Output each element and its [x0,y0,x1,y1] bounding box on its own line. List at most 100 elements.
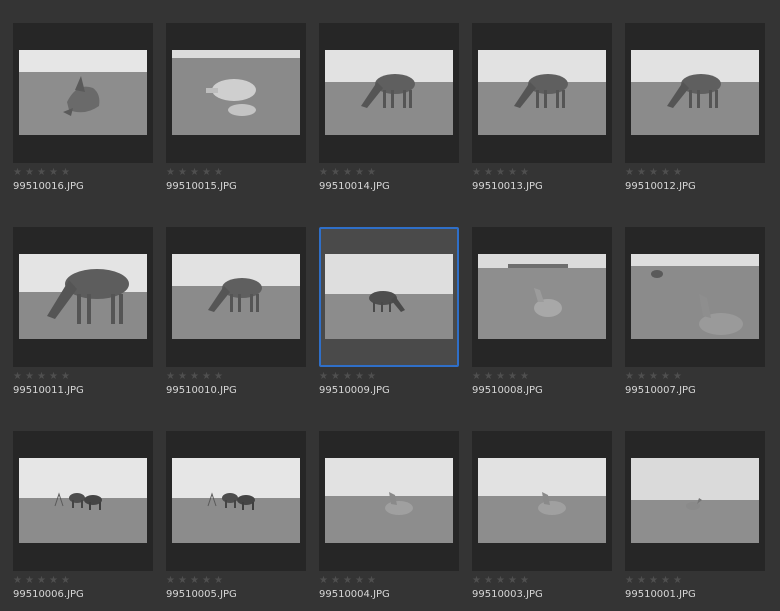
star-icon[interactable]: ★ [13,168,24,178]
star-icon[interactable]: ★ [496,372,507,382]
thumbnail-card[interactable] [166,431,306,571]
thumbnail-card[interactable] [472,431,612,571]
star-rating[interactable]: ★ ★ ★ ★ ★ [13,372,72,382]
star-icon[interactable]: ★ [625,576,636,586]
photo-thumbnail[interactable] [478,458,606,543]
star-icon[interactable]: ★ [61,576,72,586]
star-icon[interactable]: ★ [49,168,60,178]
star-icon[interactable]: ★ [508,576,519,586]
photo-thumbnail[interactable] [478,50,606,135]
star-icon[interactable]: ★ [637,168,648,178]
photo-thumbnail[interactable] [325,50,453,135]
star-icon[interactable]: ★ [649,372,660,382]
photo-thumbnail[interactable] [172,458,300,543]
star-icon[interactable]: ★ [37,372,48,382]
photo-thumbnail[interactable] [325,458,453,543]
thumbnail-card[interactable] [625,227,765,367]
star-icon[interactable]: ★ [484,372,495,382]
thumbnail-card[interactable] [166,227,306,367]
star-icon[interactable]: ★ [367,372,378,382]
star-icon[interactable]: ★ [25,372,36,382]
star-icon[interactable]: ★ [25,168,36,178]
thumbnail-card[interactable] [319,431,459,571]
star-icon[interactable]: ★ [202,372,213,382]
star-icon[interactable]: ★ [355,372,366,382]
star-rating[interactable]: ★ ★ ★ ★ ★ [166,372,225,382]
star-icon[interactable]: ★ [625,372,636,382]
star-icon[interactable]: ★ [13,372,24,382]
star-icon[interactable]: ★ [202,168,213,178]
star-icon[interactable]: ★ [661,168,672,178]
photo-thumbnail[interactable] [478,254,606,339]
thumbnail-card[interactable] [625,431,765,571]
thumbnail-card[interactable] [625,23,765,163]
star-rating[interactable]: ★ ★ ★ ★ ★ [472,372,531,382]
photo-thumbnail[interactable] [19,254,147,339]
star-rating[interactable]: ★ ★ ★ ★ ★ [319,576,378,586]
photo-thumbnail[interactable] [19,50,147,135]
star-icon[interactable]: ★ [37,576,48,586]
thumbnail-card-selected[interactable] [319,227,459,367]
star-icon[interactable]: ★ [484,168,495,178]
star-icon[interactable]: ★ [214,576,225,586]
star-icon[interactable]: ★ [331,372,342,382]
star-rating[interactable]: ★ ★ ★ ★ ★ [166,576,225,586]
star-icon[interactable]: ★ [190,576,201,586]
star-icon[interactable]: ★ [484,576,495,586]
photo-thumbnail[interactable] [631,254,759,339]
star-icon[interactable]: ★ [166,576,177,586]
star-icon[interactable]: ★ [25,576,36,586]
thumbnail-card[interactable] [13,23,153,163]
star-icon[interactable]: ★ [319,372,330,382]
thumbnail-card[interactable] [472,23,612,163]
star-icon[interactable]: ★ [37,168,48,178]
star-icon[interactable]: ★ [319,168,330,178]
star-icon[interactable]: ★ [520,372,531,382]
star-icon[interactable]: ★ [520,168,531,178]
star-rating[interactable]: ★ ★ ★ ★ ★ [472,576,531,586]
photo-thumbnail[interactable] [19,458,147,543]
star-rating[interactable]: ★ ★ ★ ★ ★ [319,168,378,178]
thumbnail-card[interactable] [166,23,306,163]
star-icon[interactable]: ★ [637,372,648,382]
star-icon[interactable]: ★ [166,372,177,382]
star-rating[interactable]: ★ ★ ★ ★ ★ [319,372,378,382]
photo-thumbnail[interactable] [631,50,759,135]
star-icon[interactable]: ★ [508,372,519,382]
star-icon[interactable]: ★ [331,168,342,178]
star-icon[interactable]: ★ [49,576,60,586]
star-icon[interactable]: ★ [649,168,660,178]
star-icon[interactable]: ★ [661,372,672,382]
star-icon[interactable]: ★ [472,168,483,178]
star-icon[interactable]: ★ [343,372,354,382]
star-icon[interactable]: ★ [190,168,201,178]
star-icon[interactable]: ★ [319,576,330,586]
star-icon[interactable]: ★ [472,576,483,586]
star-rating[interactable]: ★ ★ ★ ★ ★ [13,168,72,178]
star-icon[interactable]: ★ [367,576,378,586]
star-icon[interactable]: ★ [13,576,24,586]
star-icon[interactable]: ★ [496,168,507,178]
star-icon[interactable]: ★ [355,168,366,178]
star-icon[interactable]: ★ [673,168,684,178]
star-icon[interactable]: ★ [214,372,225,382]
star-rating[interactable]: ★ ★ ★ ★ ★ [625,168,684,178]
star-icon[interactable]: ★ [343,168,354,178]
star-icon[interactable]: ★ [508,168,519,178]
star-icon[interactable]: ★ [178,576,189,586]
star-icon[interactable]: ★ [661,576,672,586]
star-icon[interactable]: ★ [637,576,648,586]
star-rating[interactable]: ★ ★ ★ ★ ★ [625,372,684,382]
star-icon[interactable]: ★ [673,576,684,586]
star-icon[interactable]: ★ [61,168,72,178]
star-icon[interactable]: ★ [649,576,660,586]
star-icon[interactable]: ★ [343,576,354,586]
star-icon[interactable]: ★ [520,576,531,586]
thumbnail-card[interactable] [13,431,153,571]
star-icon[interactable]: ★ [49,372,60,382]
star-icon[interactable]: ★ [472,372,483,382]
star-icon[interactable]: ★ [367,168,378,178]
photo-thumbnail[interactable] [172,50,300,135]
star-rating[interactable]: ★ ★ ★ ★ ★ [472,168,531,178]
star-rating[interactable]: ★ ★ ★ ★ ★ [13,576,72,586]
